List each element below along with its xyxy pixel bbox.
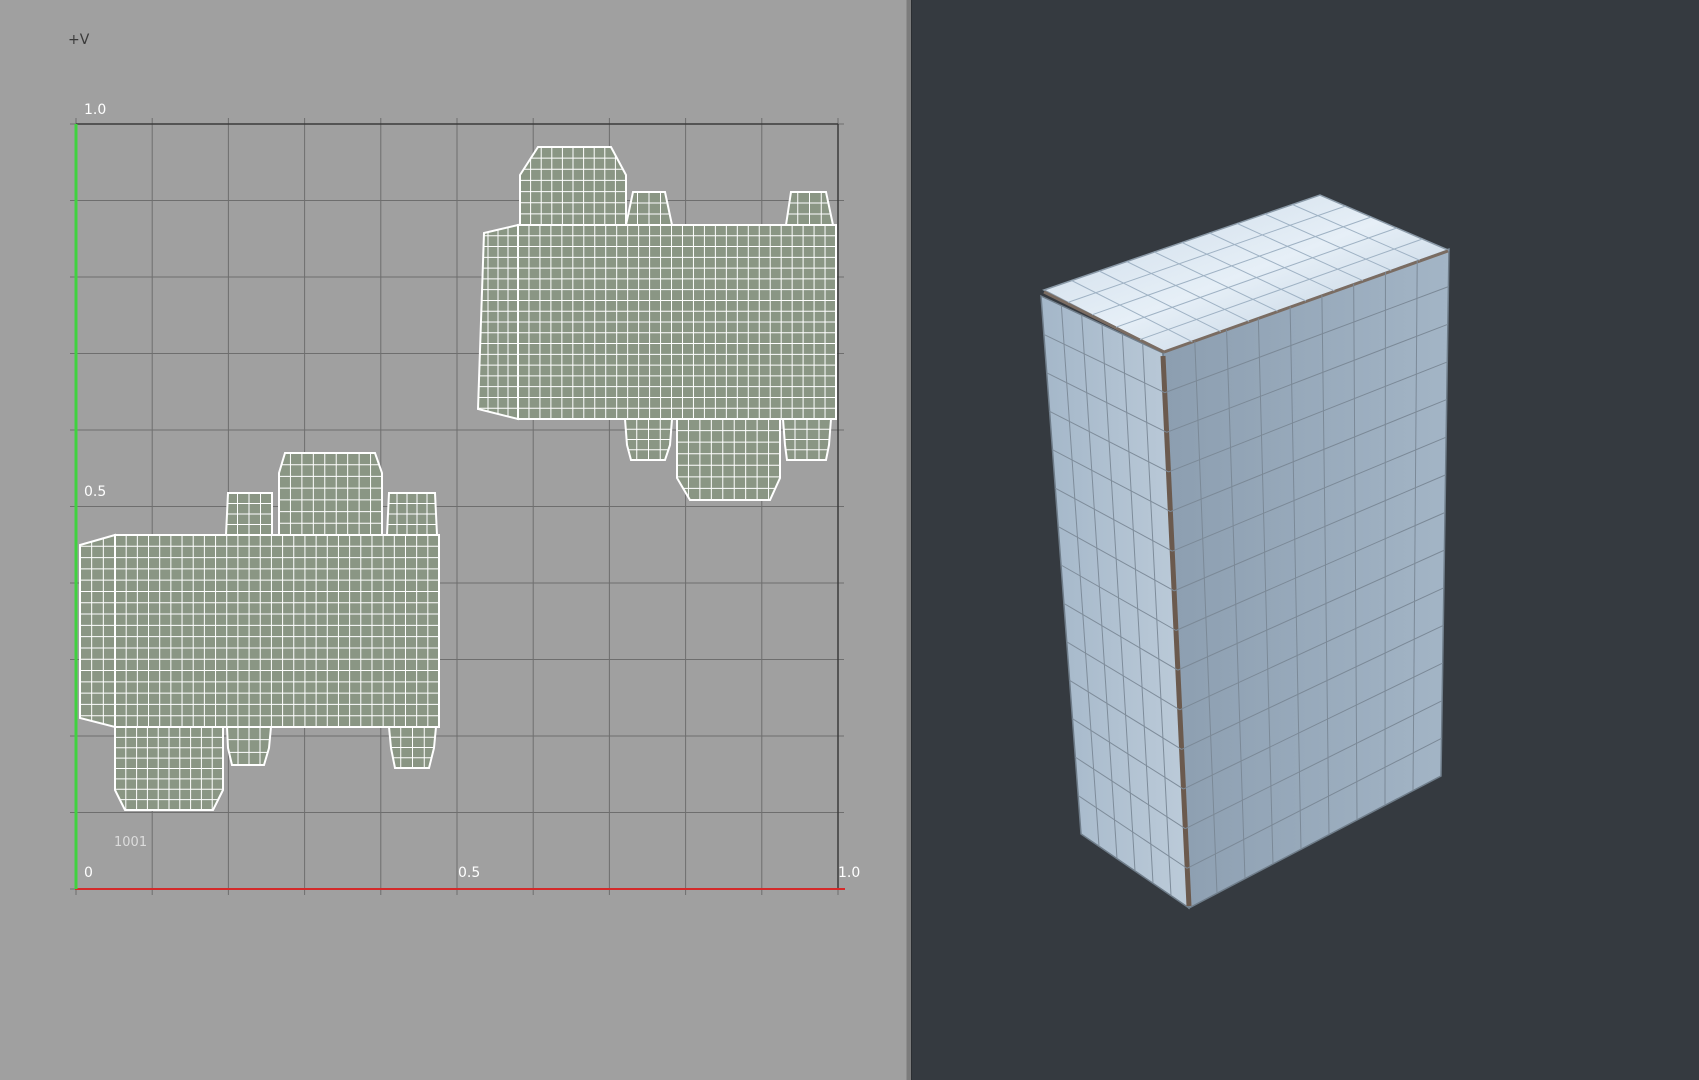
uv-editor-panel[interactable]: +V 1.0 0.5 0 0.5 1.0 1001 — [0, 0, 906, 1080]
tick-u-0: 0 — [84, 865, 93, 881]
box-front-face — [1162, 247, 1450, 910]
udim-tile-label: 1001 — [114, 835, 147, 850]
tick-u-1: 1.0 — [838, 865, 860, 881]
3d-viewport-panel[interactable] — [912, 0, 1699, 1080]
tick-v-1: 1.0 — [84, 102, 106, 118]
tick-u-half: 0.5 — [458, 865, 480, 881]
box-mesh[interactable] — [1040, 194, 1451, 910]
app-window: +V 1.0 0.5 0 0.5 1.0 1001 — [0, 0, 1699, 1080]
uv-shell-upper[interactable] — [476, 146, 837, 501]
tick-v-half: 0.5 — [84, 484, 106, 500]
uv-canvas[interactable]: +V 1.0 0.5 0 0.5 1.0 1001 — [0, 0, 906, 1080]
3d-canvas[interactable] — [912, 0, 1699, 1080]
axis-v-label: +V — [68, 32, 90, 48]
